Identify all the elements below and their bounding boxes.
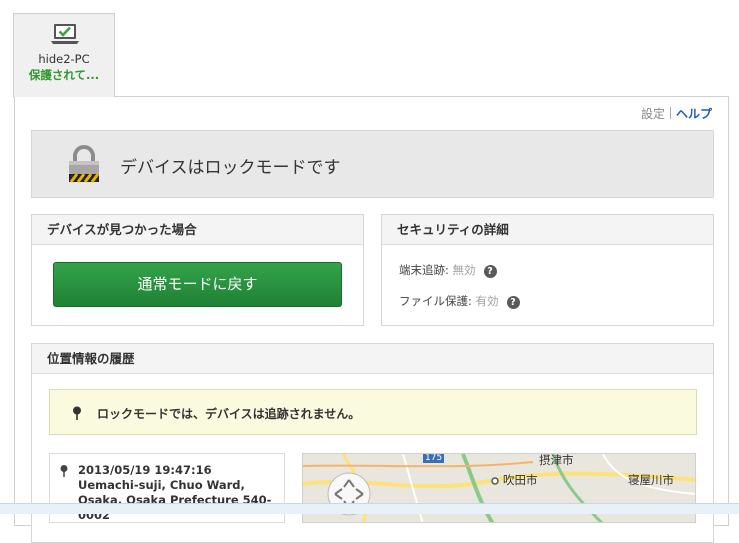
tracking-row: 端末追跡: 無効? xyxy=(399,262,497,278)
map-label: 吹田市 xyxy=(503,473,538,487)
device-found-header: デバイスが見つかった場合 xyxy=(32,215,363,245)
padlock-icon xyxy=(66,145,102,187)
location-history-header: 位置情報の履歴 xyxy=(32,344,713,374)
device-name: hide2-PC xyxy=(38,52,90,66)
map-pin-icon xyxy=(72,405,82,424)
security-details-box: セキュリティの詳細 端末追跡: 無効? ファイル保護: 有効? xyxy=(381,214,714,326)
question-mark-icon[interactable]: ? xyxy=(506,296,520,309)
question-mark-icon[interactable]: ? xyxy=(483,265,497,278)
file-protection-label: ファイル保護: xyxy=(399,294,476,308)
tracking-label: 端末追跡: xyxy=(399,263,453,277)
laptop-check-icon xyxy=(50,23,80,51)
help-link[interactable]: ヘルプ xyxy=(676,107,712,121)
location-address: Uemachi-suji, Chuo Ward, Osaka, Osaka Pr… xyxy=(78,478,272,522)
device-found-box: デバイスが見つかった場合 通常モードに戻す xyxy=(31,214,364,326)
tracking-notice-text: ロックモードでは、デバイスは追跡されません。 xyxy=(97,407,361,421)
location-timestamp: 2013/05/19 19:47:16 xyxy=(78,463,212,477)
top-links: 設定 ヘルプ xyxy=(641,105,712,122)
lock-mode-title: デバイスはロックモードです xyxy=(120,158,341,178)
return-to-normal-mode-button[interactable]: 通常モードに戻す xyxy=(53,262,342,307)
bottom-bar xyxy=(0,503,739,514)
settings-link[interactable]: 設定 xyxy=(641,107,665,121)
device-status: 保護されて... xyxy=(28,68,100,82)
security-details-header: セキュリティの詳細 xyxy=(382,215,713,245)
file-protection-row: ファイル保護: 有効? xyxy=(399,293,520,309)
tracking-notice: ロックモードでは、デバイスは追跡されません。 xyxy=(49,389,697,435)
map-label: 寝屋川市 xyxy=(628,473,674,487)
tracking-value: 無効 xyxy=(452,263,476,277)
map-label: 摂津市 xyxy=(539,453,574,467)
lock-mode-banner: デバイスはロックモードです xyxy=(31,130,714,198)
device-tab[interactable]: hide2-PC 保護されて... xyxy=(13,13,115,97)
link-divider xyxy=(669,107,671,119)
device-panel: 設定 ヘルプ デバイスはロックモードです デバイスが見つかった場合 通常モードに戻… xyxy=(14,96,729,543)
road-shield: 175 xyxy=(423,453,445,463)
map-pin-icon xyxy=(59,463,69,482)
file-protection-value: 有効 xyxy=(475,294,499,308)
